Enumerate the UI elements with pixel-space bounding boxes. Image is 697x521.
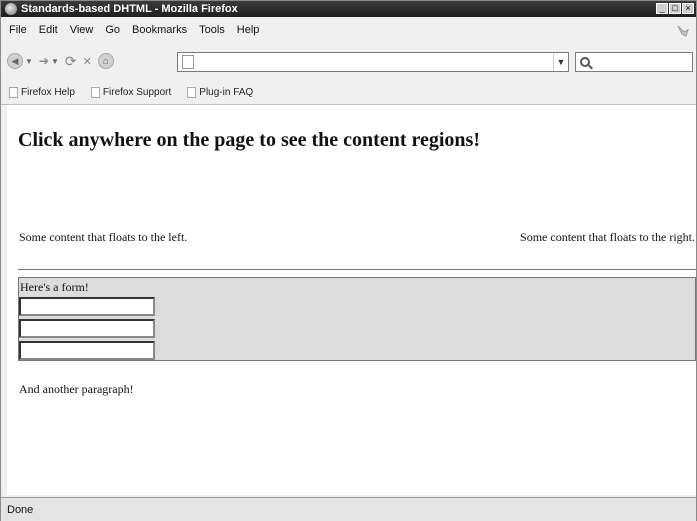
reload-button[interactable]: ⟳ — [65, 53, 77, 70]
form-region: Here's a form! — [18, 277, 696, 361]
menu-edit[interactable]: Edit — [39, 24, 58, 36]
bookmark-page-icon — [90, 86, 100, 98]
left-float-content: Some content that floats to the left. — [19, 230, 188, 244]
title-bar: Standards-based DHTML - Mozilla Firefox … — [1, 1, 696, 17]
form-label: Here's a form! — [20, 280, 89, 294]
bookmark-label: Plug-in FAQ — [199, 86, 254, 98]
bookmark-firefox-support[interactable]: Firefox Support — [90, 86, 172, 98]
forward-history-dropdown-icon[interactable]: ▼ — [51, 57, 59, 66]
minimize-button[interactable]: _ — [656, 3, 668, 14]
url-input[interactable] — [198, 53, 553, 71]
menu-go[interactable]: Go — [105, 24, 120, 36]
bookmarks-toolbar: Firefox Help Firefox Support Plug-in FAQ — [1, 80, 696, 105]
firefox-icon — [5, 3, 17, 15]
stop-button[interactable]: ✕ — [83, 55, 92, 68]
bookmark-firefox-help[interactable]: Firefox Help — [9, 86, 75, 98]
menu-bookmarks[interactable]: Bookmarks — [132, 24, 187, 36]
divider — [18, 269, 696, 270]
status-bar: Done — [1, 497, 696, 521]
navigation-toolbar: ◀ ▼ ➔ ▼ ⟳ ✕ ⌂ ▼ — [1, 43, 696, 79]
url-dropdown-icon[interactable]: ▼ — [553, 54, 568, 70]
bookmark-plugin-faq[interactable]: Plug-in FAQ — [187, 86, 254, 98]
address-bar[interactable]: ▼ — [177, 52, 569, 72]
menu-help[interactable]: Help — [237, 24, 260, 36]
throbber-icon — [677, 25, 689, 37]
search-icon — [580, 57, 590, 67]
back-button[interactable]: ◀ — [7, 53, 23, 69]
bookmark-page-icon — [187, 86, 197, 98]
page-content[interactable]: Click anywhere on the page to see the co… — [7, 105, 696, 495]
form-text-field-2[interactable] — [19, 319, 155, 338]
another-paragraph: And another paragraph! — [19, 382, 134, 396]
menu-file[interactable]: File — [9, 24, 27, 36]
page-heading: Click anywhere on the page to see the co… — [18, 129, 480, 151]
window-controls: _ □ × — [656, 3, 694, 14]
menu-tools[interactable]: Tools — [199, 24, 225, 36]
form-text-field-3[interactable] — [19, 341, 155, 360]
bookmark-label: Firefox Support — [102, 86, 172, 98]
forward-button[interactable]: ➔ — [39, 54, 49, 68]
search-box[interactable] — [575, 52, 693, 72]
menu-view[interactable]: View — [70, 24, 94, 36]
browser-window: Standards-based DHTML - Mozilla Firefox … — [0, 0, 697, 521]
back-history-dropdown-icon[interactable]: ▼ — [25, 57, 33, 66]
close-button[interactable]: × — [682, 3, 694, 14]
form-text-field-1[interactable] — [19, 297, 155, 316]
page-icon — [182, 55, 194, 69]
menu-bar: File Edit View Go Bookmarks Tools Help — [1, 18, 696, 42]
window-title: Standards-based DHTML - Mozilla Firefox — [21, 3, 238, 15]
bookmark-label: Firefox Help — [21, 86, 75, 98]
bookmark-page-icon — [9, 86, 18, 98]
status-text: Done — [7, 503, 34, 516]
right-float-content: Some content that floats to the right. — [520, 230, 695, 244]
home-button[interactable]: ⌂ — [97, 53, 114, 69]
maximize-button[interactable]: □ — [669, 3, 681, 14]
